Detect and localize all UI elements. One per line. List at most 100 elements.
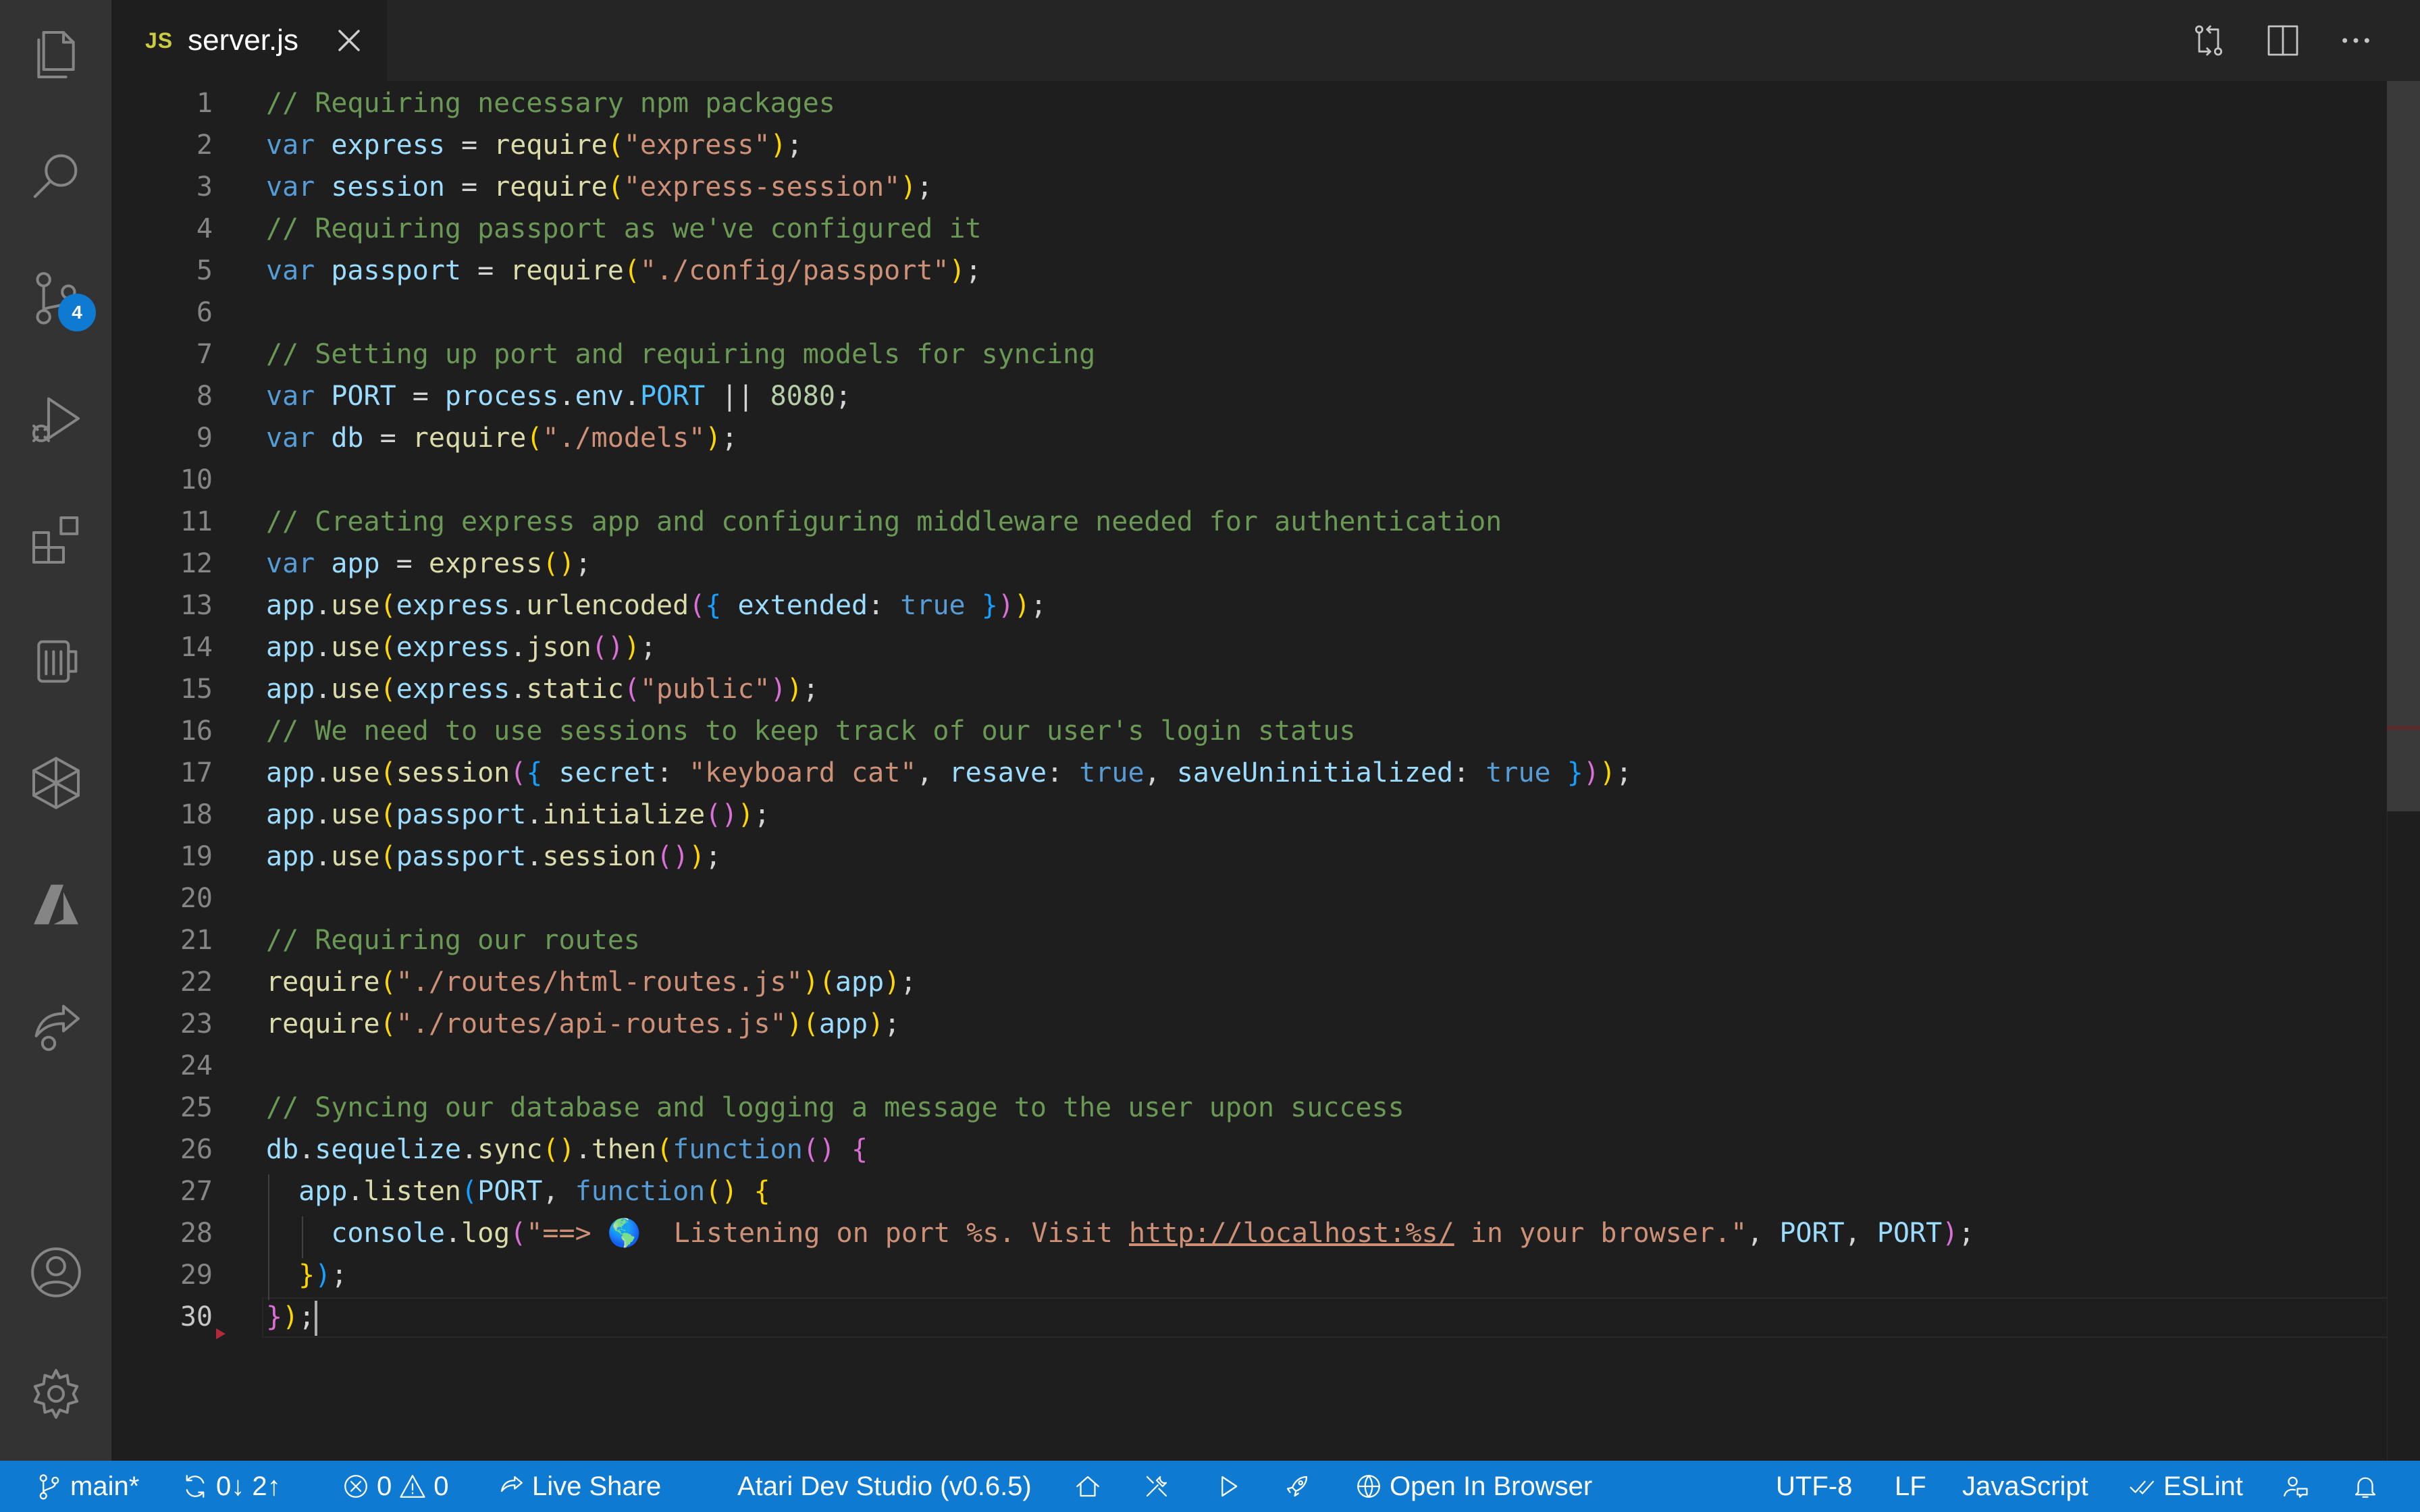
rocket-icon[interactable] (1283, 1461, 1311, 1512)
line-number: 18 (180, 799, 213, 830)
vertical-scrollbar-thumb[interactable] (2387, 81, 2420, 811)
code-line[interactable]: app.listen(PORT, function() { (266, 1170, 770, 1212)
text-cursor (315, 1301, 318, 1336)
code-line[interactable]: // Setting up port and requiring models … (266, 333, 1095, 375)
encoding-status[interactable]: UTF-8 (1776, 1461, 1852, 1512)
code-line[interactable]: var passport = require("./config/passpor… (266, 250, 982, 292)
source-control-icon[interactable]: 4 (0, 246, 111, 348)
code-token: // Setting up port and requiring models … (266, 339, 1096, 370)
code-line[interactable]: app.use(express.static("public")); (266, 668, 819, 710)
code-line[interactable]: app.use(session({ secret: "keyboard cat"… (266, 752, 1632, 794)
code-token: "./models" (542, 423, 706, 454)
code-token: // Creating express app and configuring … (266, 506, 1502, 537)
code-token: ( (510, 757, 527, 788)
extensions-icon[interactable] (0, 489, 111, 591)
code-token: ; (639, 632, 657, 663)
sync-counts: 0↓ 2↑ (216, 1472, 281, 1501)
line-number: 17 (180, 757, 213, 788)
code-token: ) (884, 967, 901, 998)
branch-status[interactable]: main* (35, 1461, 139, 1512)
code-token: . (575, 1134, 591, 1165)
open-changes-icon[interactable] (2186, 18, 2232, 63)
close-icon[interactable] (334, 26, 364, 55)
code-token: ) (1583, 757, 1600, 788)
code-line[interactable]: app.use(passport.initialize()); (266, 794, 770, 836)
problems-status[interactable]: 0 0 (342, 1461, 449, 1512)
code-token: ; (884, 1008, 901, 1040)
code-token: () (656, 841, 689, 872)
code-token: ; (754, 799, 770, 830)
run-icon[interactable] (1214, 1461, 1242, 1512)
home-icon[interactable] (1074, 1461, 1102, 1512)
code-token: . (623, 381, 640, 412)
code-token: { (705, 590, 722, 621)
feedback-icon[interactable] (2281, 1461, 2309, 1512)
eol-status[interactable]: LF (1895, 1461, 1926, 1512)
double-check-icon (2130, 1480, 2154, 1494)
code-line[interactable]: // Requiring our routes (266, 919, 640, 961)
more-actions-icon[interactable] (2333, 18, 2379, 63)
line-number: 11 (180, 506, 213, 537)
code-line[interactable]: // Syncing our database and logging a me… (266, 1087, 1404, 1129)
code-token: ( (689, 590, 706, 621)
language-mode-status[interactable]: JavaScript (1962, 1461, 2088, 1512)
code-token: . (526, 841, 543, 872)
live-share-button[interactable]: Live Share (497, 1461, 661, 1512)
run-debug-icon[interactable] (0, 368, 111, 469)
code-token: var (266, 130, 315, 161)
code-token: : (868, 590, 901, 621)
open-in-browser-button[interactable]: Open In Browser (1354, 1461, 1592, 1512)
live-share-icon[interactable] (0, 975, 111, 1077)
code-token: function (575, 1176, 706, 1207)
code-line[interactable]: // We need to use sessions to keep track… (266, 710, 1356, 752)
settings-gear-icon[interactable] (0, 1343, 111, 1444)
code-line[interactable]: console.log("==> 🌎 Listening on port %s.… (266, 1212, 1974, 1254)
code-line[interactable]: var session = require("express-session")… (266, 166, 932, 208)
code-line[interactable]: // Requiring necessary npm packages (266, 82, 835, 124)
atari-dev-studio-icon[interactable] (0, 611, 111, 712)
tab-server-js[interactable]: JS server.js (111, 0, 387, 81)
package-icon[interactable] (0, 732, 111, 834)
account-icon[interactable] (0, 1222, 111, 1323)
code-line[interactable]: require("./routes/html-routes.js")(app); (266, 961, 916, 1003)
code-token: use (331, 799, 380, 830)
code-token: } (266, 1301, 283, 1332)
code-line[interactable]: db.sequelize.sync().then(function() { (266, 1129, 868, 1170)
atari-dev-studio-status[interactable]: Atari Dev Studio (v0.6.5) (737, 1461, 1032, 1512)
code-line[interactable]: }); (266, 1254, 347, 1296)
code-line[interactable]: app.use(express.urlencoded({ extended: t… (266, 585, 1047, 626)
azure-icon[interactable] (0, 854, 111, 955)
code-token: "public" (639, 674, 770, 705)
line-number: 13 (180, 590, 213, 621)
tools-icon[interactable] (1142, 1461, 1171, 1512)
code-line[interactable]: var db = require("./models"); (266, 417, 737, 459)
branch-name: main* (70, 1472, 140, 1501)
code-line[interactable]: app.use(express.json()); (266, 626, 656, 668)
code-line[interactable]: var app = express(); (266, 543, 591, 585)
search-icon[interactable] (0, 125, 111, 226)
eslint-status[interactable]: ESLint (2128, 1461, 2243, 1512)
code-line[interactable]: var PORT = process.env.PORT || 8080; (266, 375, 851, 417)
sync-status[interactable]: 0↓ 2↑ (181, 1461, 281, 1512)
code-line[interactable]: require("./routes/api-routes.js")(app); (266, 1003, 900, 1045)
code-token: ) (689, 841, 706, 872)
code-token: app (266, 674, 315, 705)
code-token: ( (802, 1008, 819, 1040)
split-editor-icon[interactable] (2260, 18, 2306, 63)
code-token: "express" (623, 130, 770, 161)
explorer-icon[interactable] (0, 4, 111, 105)
code-token: () (591, 632, 624, 663)
code-editor[interactable]: 1 2 3 4 5 6 7 8 9 10 11 12 13 14 15 16 17 18 19 20 21 22 23 24 2… (111, 81, 2387, 1461)
code-line[interactable]: // Creating express app and configuring … (266, 501, 1502, 543)
code-line[interactable]: var express = require("express"); (266, 124, 803, 166)
code-line[interactable]: // Requiring passport as we've configure… (266, 208, 982, 250)
code-line[interactable]: app.use(passport.session()); (266, 836, 721, 878)
current-line-highlight (262, 1297, 2387, 1338)
code-line[interactable]: }); (266, 1296, 318, 1338)
code-token: use (331, 841, 380, 872)
notifications-bell-icon[interactable] (2351, 1461, 2379, 1512)
code-token: . (315, 590, 332, 621)
